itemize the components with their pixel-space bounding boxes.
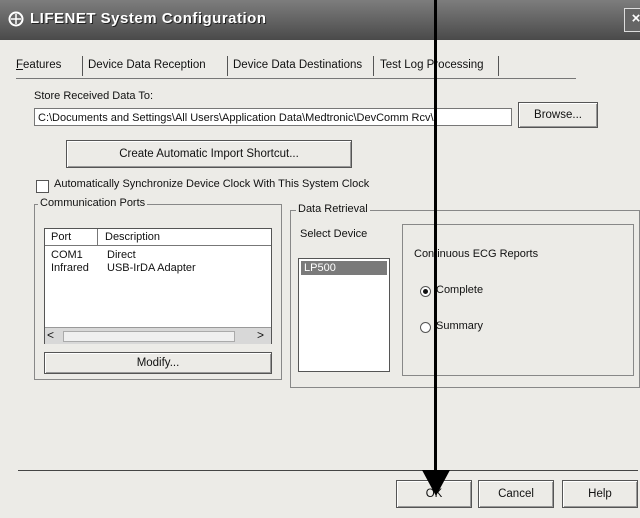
tab-device-data-reception[interactable]: Device Data Reception (88, 56, 206, 74)
ports-list[interactable]: Port Description COM1 Direct Infrared US… (44, 228, 272, 344)
tab-features[interactable]: Features (16, 56, 61, 74)
footer-divider (18, 470, 638, 471)
scroll-left-icon[interactable]: < (47, 328, 54, 342)
close-icon: × (631, 10, 640, 27)
data-retrieval-legend: Data Retrieval (296, 203, 370, 215)
title-bar[interactable]: LIFENET System Configuration × (0, 0, 640, 40)
tab-device-data-destinations[interactable]: Device Data Destinations (233, 56, 362, 74)
description-cell: Direct (107, 249, 136, 261)
device-list[interactable]: LP500 (298, 258, 390, 372)
help-button[interactable]: Help (562, 480, 638, 508)
complete-radio[interactable] (420, 286, 431, 297)
scrollbar-thumb[interactable] (63, 331, 235, 342)
horizontal-scrollbar[interactable]: < > (45, 327, 271, 344)
store-path-field[interactable]: C:\Documents and Settings\All Users\Appl… (34, 108, 512, 126)
reports-label: Continuous ECG Reports (414, 248, 539, 260)
column-divider (97, 229, 98, 245)
summary-label: Summary (436, 320, 484, 332)
column-header-port[interactable]: Port (51, 231, 71, 243)
tab-divider (227, 56, 228, 76)
tab-divider (498, 56, 499, 76)
complete-label: Complete (436, 284, 484, 296)
cancel-button[interactable]: Cancel (478, 480, 554, 508)
select-device-label: Select Device (300, 228, 368, 240)
modify-button[interactable]: Modify... (44, 352, 272, 374)
list-item[interactable]: LP500 (301, 261, 387, 275)
scroll-right-icon[interactable]: > (257, 328, 264, 342)
tab-divider (82, 56, 83, 76)
store-label: Store Received Data To: (34, 90, 154, 102)
config-window: LIFENET System Configuration × Features … (0, 0, 640, 518)
tab-divider (373, 56, 374, 76)
browse-button[interactable]: Browse... (518, 102, 598, 128)
create-shortcut-button[interactable]: Create Automatic Import Shortcut... (66, 140, 352, 168)
annotation-arrow-icon (422, 470, 450, 496)
sync-clock-label: Automatically Synchronize Device Clock W… (54, 178, 370, 190)
description-cell: USB-IrDA Adapter (107, 262, 196, 274)
port-cell: Infrared (51, 262, 89, 274)
tab-baseline (16, 78, 576, 79)
table-row[interactable]: COM1 Direct (45, 249, 271, 263)
close-button[interactable]: × (624, 8, 640, 32)
sync-clock-checkbox[interactable] (36, 180, 49, 193)
ports-list-header: Port Description (45, 229, 271, 246)
tab-test-log-processing[interactable]: Test Log Processing (380, 56, 484, 74)
annotation-arrow-line (434, 0, 437, 486)
table-row[interactable]: Infrared USB-IrDA Adapter (45, 262, 271, 276)
summary-radio[interactable] (420, 322, 431, 333)
communication-ports-legend: Communication Ports (38, 197, 148, 209)
app-icon (8, 11, 24, 27)
port-cell: COM1 (51, 249, 83, 261)
window-title: LIFENET System Configuration (30, 10, 267, 27)
column-header-description[interactable]: Description (105, 231, 160, 243)
